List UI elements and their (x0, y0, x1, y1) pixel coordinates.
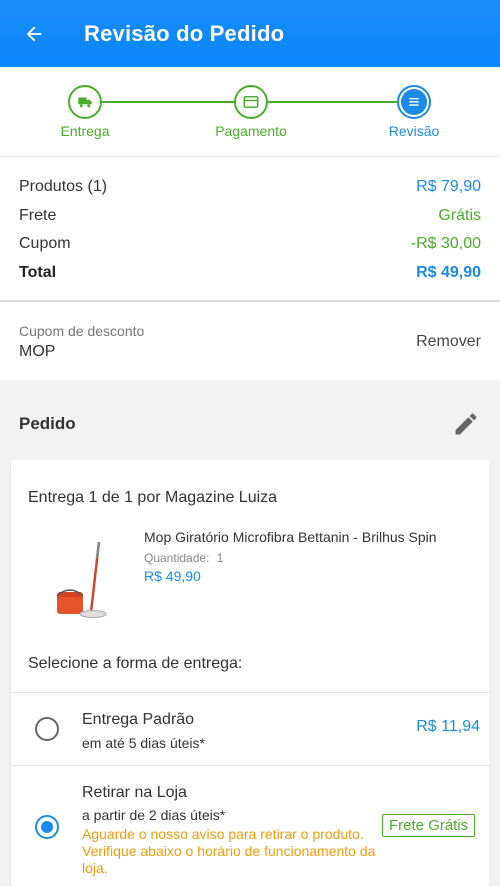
credit-card-icon (243, 96, 259, 108)
delivery-card: Entrega 1 de 1 por Magazine Luiza Mop Gi… (11, 460, 490, 886)
cupom-label: Cupom (19, 235, 71, 252)
summary-row-produtos: Produtos (1) R$ 79,90 (19, 178, 481, 196)
divider (11, 692, 490, 693)
cupom-value: -R$ 30,00 (410, 235, 481, 252)
truck-icon (78, 97, 92, 108)
option-pickup-subtitle: a partir de 2 dias úteis* (82, 807, 226, 823)
frete-value: Grátis (438, 207, 481, 224)
list-icon (409, 97, 419, 106)
summary-row-total: Total R$ 49,90 (19, 264, 481, 282)
step-pagamento-label: Pagamento (215, 123, 287, 139)
step-entrega-label: Entrega (60, 123, 110, 139)
edit-order-button[interactable] (452, 410, 480, 438)
step-revisao-circle (397, 85, 431, 119)
product-quantity-value: 1 (216, 551, 224, 565)
option-standard-subtitle: em até 5 dias úteis* (82, 735, 205, 751)
step-pagamento[interactable]: Pagamento (191, 85, 311, 139)
coupon-section: Cupom de desconto MOP Remover (0, 304, 500, 380)
option-standard-title: Entrega Padrão (82, 711, 195, 728)
page-title: Revisão do Pedido (84, 20, 285, 46)
option-standard-price: R$ 11,94 (416, 718, 480, 735)
order-summary: Produtos (1) R$ 79,90 Frete Grátis Cupom… (0, 158, 500, 302)
frete-label: Frete (19, 207, 57, 224)
total-value: R$ 49,90 (416, 264, 481, 281)
radio-standard[interactable] (35, 717, 59, 741)
back-button[interactable] (14, 14, 54, 54)
divider (11, 765, 490, 766)
product-name: Mop Giratório Microfibra Bettanin - Bril… (144, 529, 437, 545)
coupon-code: MOP (19, 343, 56, 360)
step-revisao[interactable]: Revisão (354, 85, 474, 139)
delivery-heading: Entrega 1 de 1 por Magazine Luiza (28, 489, 278, 506)
free-shipping-badge: Frete Grátis (382, 814, 476, 837)
checkout-stepper: Entrega Pagamento Revisão (0, 67, 500, 157)
product-quantity: Quantidade: 1 (144, 551, 223, 565)
option-pickup-title: Retirar na Loja (82, 784, 187, 801)
summary-row-cupom: Cupom -R$ 30,00 (19, 235, 481, 253)
product-quantity-label: Quantidade: (144, 551, 210, 565)
summary-row-frete: Frete Grátis (19, 207, 481, 225)
total-label: Total (19, 264, 57, 281)
delivery-method-label: Selecione a forma de entrega: (28, 655, 243, 672)
radio-pickup[interactable] (35, 815, 59, 839)
product-image (56, 541, 107, 618)
option-pickup-warning: Aguarde o nosso aviso para retirar o pro… (82, 826, 376, 876)
remove-coupon-button[interactable]: Remover (416, 333, 481, 351)
pencil-icon (455, 413, 477, 435)
coupon-caption: Cupom de desconto (19, 323, 145, 339)
step-entrega-circle (68, 85, 102, 119)
produtos-value: R$ 79,90 (416, 178, 481, 195)
produtos-label: Produtos (1) (19, 178, 108, 195)
pedido-heading: Pedido (19, 414, 76, 433)
step-pagamento-circle (234, 85, 268, 119)
step-revisao-label: Revisão (388, 123, 440, 139)
app-header: Revisão do Pedido (0, 0, 500, 67)
arrow-left-icon (26, 26, 42, 41)
step-entrega[interactable]: Entrega (25, 85, 145, 139)
product-price: R$ 49,90 (144, 568, 201, 584)
